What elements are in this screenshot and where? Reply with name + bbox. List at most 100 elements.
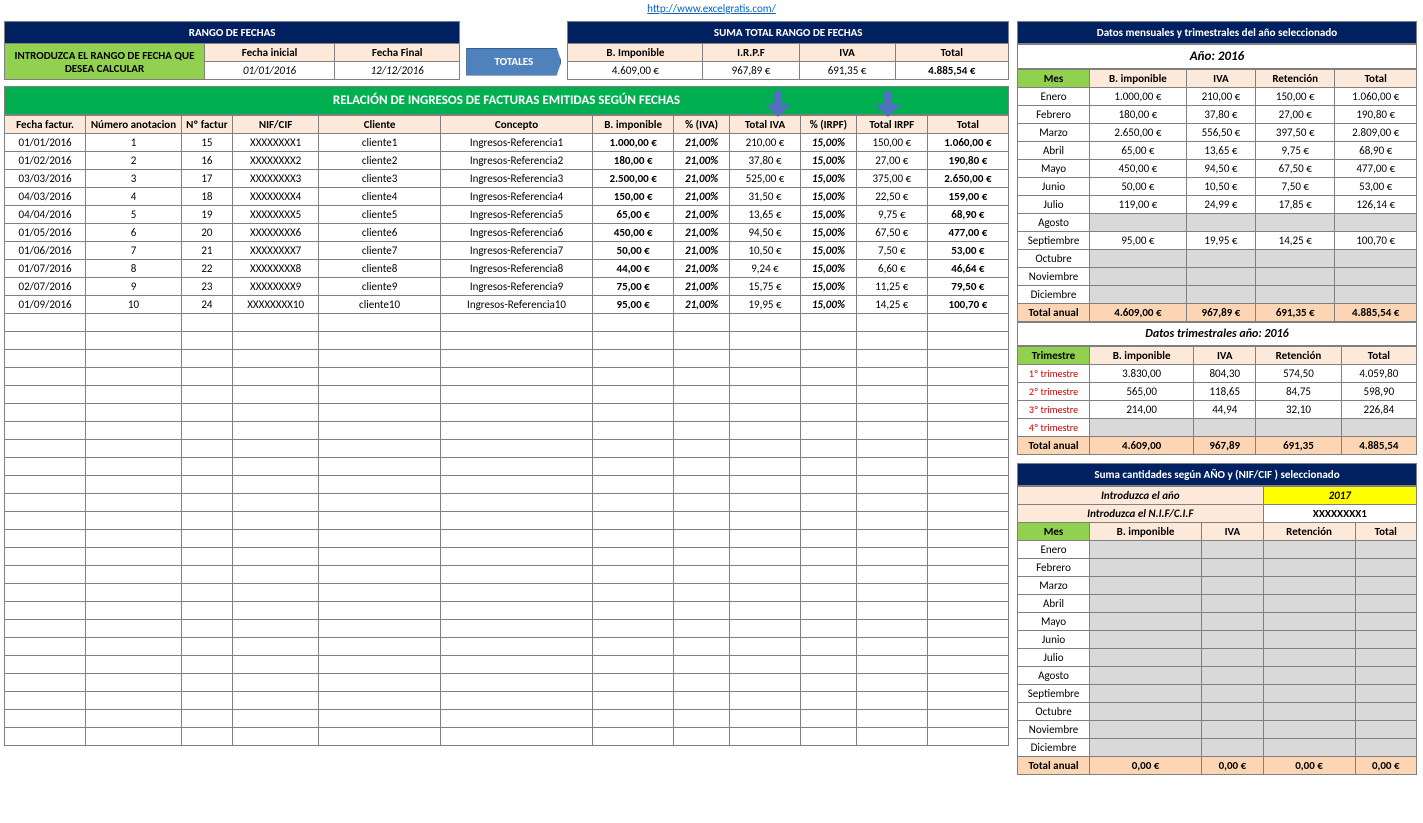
cell[interactable]: [181, 602, 232, 620]
table-row[interactable]: [5, 476, 1009, 494]
cell[interactable]: [319, 548, 441, 566]
cell[interactable]: 1.060,00 €: [927, 134, 1008, 152]
cell[interactable]: [730, 512, 801, 530]
cell[interactable]: [674, 494, 730, 512]
cell[interactable]: [440, 458, 592, 476]
table-row[interactable]: 03/03/2016317XXXXXXXX3cliente3Ingresos-R…: [5, 170, 1009, 188]
cell[interactable]: [440, 350, 592, 368]
cell[interactable]: [233, 692, 319, 710]
cell[interactable]: [5, 638, 86, 656]
cell[interactable]: [730, 566, 801, 584]
cell[interactable]: [233, 710, 319, 728]
cell[interactable]: 525,00 €: [730, 170, 801, 188]
table-row[interactable]: [5, 440, 1009, 458]
cell[interactable]: [856, 656, 927, 674]
table-row[interactable]: [5, 368, 1009, 386]
cell[interactable]: 53,00 €: [927, 242, 1008, 260]
cell[interactable]: [5, 404, 86, 422]
cell[interactable]: [674, 332, 730, 350]
cell[interactable]: [181, 728, 232, 746]
cell[interactable]: [86, 548, 182, 566]
cell[interactable]: 375,00 €: [856, 170, 927, 188]
cell[interactable]: 2: [86, 152, 182, 170]
cell[interactable]: [5, 620, 86, 638]
cell[interactable]: [233, 548, 319, 566]
cell[interactable]: [181, 476, 232, 494]
cell[interactable]: [856, 602, 927, 620]
cell[interactable]: 21,00%: [674, 224, 730, 242]
cell[interactable]: [801, 530, 857, 548]
cell[interactable]: [440, 656, 592, 674]
cell[interactable]: [5, 566, 86, 584]
cell[interactable]: 79,50 €: [927, 278, 1008, 296]
cell[interactable]: [233, 638, 319, 656]
table-row[interactable]: [5, 350, 1009, 368]
cell[interactable]: [86, 458, 182, 476]
cell[interactable]: [5, 368, 86, 386]
table-row[interactable]: [5, 710, 1009, 728]
cell[interactable]: [927, 674, 1008, 692]
table-row[interactable]: [5, 386, 1009, 404]
cell[interactable]: [319, 476, 441, 494]
cell[interactable]: cliente4: [319, 188, 441, 206]
cell[interactable]: 13,65 €: [730, 206, 801, 224]
cell[interactable]: [730, 530, 801, 548]
cell[interactable]: cliente6: [319, 224, 441, 242]
cell[interactable]: 15,00%: [801, 296, 857, 314]
table-row[interactable]: [5, 404, 1009, 422]
cell[interactable]: [856, 494, 927, 512]
cell[interactable]: [86, 332, 182, 350]
cell[interactable]: 03/03/2016: [5, 170, 86, 188]
cell[interactable]: cliente3: [319, 170, 441, 188]
cell[interactable]: 15,00%: [801, 188, 857, 206]
cell[interactable]: [674, 638, 730, 656]
cell[interactable]: 16: [181, 152, 232, 170]
cell[interactable]: [730, 314, 801, 332]
cell[interactable]: [5, 494, 86, 512]
cell[interactable]: [86, 404, 182, 422]
table-row[interactable]: 02/07/2016923XXXXXXXX9cliente9Ingresos-R…: [5, 278, 1009, 296]
cell[interactable]: 50,00 €: [593, 242, 674, 260]
cell[interactable]: [801, 386, 857, 404]
cell[interactable]: [593, 530, 674, 548]
cell[interactable]: [674, 458, 730, 476]
cell[interactable]: 5: [86, 206, 182, 224]
cell[interactable]: 67,50 €: [856, 224, 927, 242]
cell[interactable]: 100,70 €: [927, 296, 1008, 314]
cell[interactable]: 95,00 €: [593, 296, 674, 314]
cell[interactable]: [593, 674, 674, 692]
cell[interactable]: [5, 440, 86, 458]
cell[interactable]: [674, 620, 730, 638]
table-row[interactable]: [5, 512, 1009, 530]
cell[interactable]: [801, 458, 857, 476]
cell[interactable]: 04/03/2016: [5, 188, 86, 206]
cell[interactable]: [801, 548, 857, 566]
cell[interactable]: [86, 566, 182, 584]
cell[interactable]: 17: [181, 170, 232, 188]
cell[interactable]: [730, 494, 801, 512]
cell[interactable]: 3: [86, 170, 182, 188]
cell[interactable]: [856, 638, 927, 656]
cell[interactable]: [233, 620, 319, 638]
cell[interactable]: [5, 422, 86, 440]
cell[interactable]: [801, 638, 857, 656]
cell[interactable]: 15: [181, 134, 232, 152]
cell[interactable]: [927, 620, 1008, 638]
cell[interactable]: [593, 458, 674, 476]
cell[interactable]: 9,24 €: [730, 260, 801, 278]
cell[interactable]: [5, 458, 86, 476]
cell[interactable]: 10,50 €: [730, 242, 801, 260]
cell[interactable]: [927, 530, 1008, 548]
cell[interactable]: [181, 638, 232, 656]
cell[interactable]: [593, 404, 674, 422]
cell[interactable]: [730, 548, 801, 566]
cell[interactable]: 7,50 €: [856, 242, 927, 260]
cell[interactable]: [233, 530, 319, 548]
cell[interactable]: [181, 314, 232, 332]
cell[interactable]: [181, 620, 232, 638]
cell[interactable]: [801, 656, 857, 674]
cell[interactable]: 04/04/2016: [5, 206, 86, 224]
cell[interactable]: cliente1: [319, 134, 441, 152]
cell[interactable]: 190,80 €: [927, 152, 1008, 170]
cell[interactable]: 15,00%: [801, 242, 857, 260]
